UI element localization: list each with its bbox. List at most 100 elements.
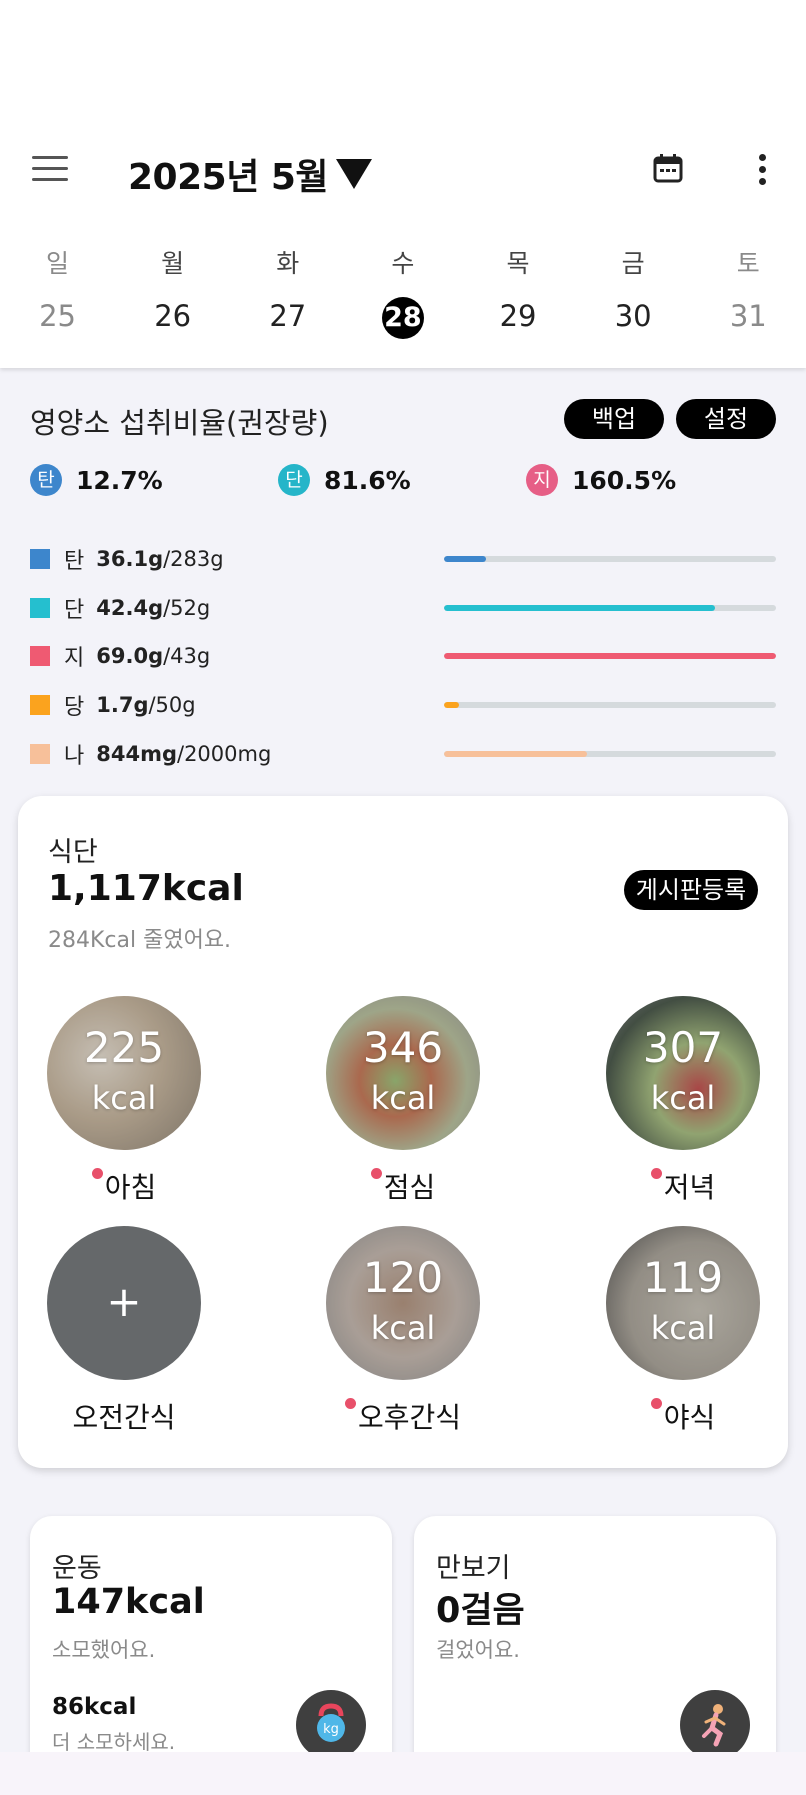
night-snack-photo: 119 kcal xyxy=(606,1226,760,1380)
nutrient-total: /43g xyxy=(163,644,211,668)
protein-progress-bar xyxy=(444,605,776,611)
meal-kcal-unit: kcal xyxy=(370,1079,436,1117)
progress-fill xyxy=(444,702,459,708)
pedometer-steps: 0걸음 xyxy=(436,1591,525,1631)
date-number: 31 xyxy=(729,299,767,333)
protein-badge: 단 xyxy=(278,464,310,496)
meal-kcal-unit: kcal xyxy=(91,1079,157,1117)
fat-ratio: 지 160.5% xyxy=(526,464,676,496)
nutrient-label: 지 xyxy=(64,646,85,671)
month-title: 2025년 5월 xyxy=(128,157,329,198)
week-strip: 일 25 월 26 화 27 수 28 목 29 금 30 토 31 xyxy=(0,244,806,348)
diet-label: 식단 xyxy=(48,837,98,868)
date-number: 26 xyxy=(154,299,192,333)
nutrient-value: 844mg xyxy=(96,742,177,766)
nutrient-amount: 1.7g/50g xyxy=(96,693,195,717)
pedometer-title: 만보기 xyxy=(436,1553,511,1584)
day-of-week-label: 금 xyxy=(621,249,645,278)
day-of-week-label: 일 xyxy=(46,249,70,278)
running-button[interactable] xyxy=(680,1690,750,1760)
carb-color-swatch xyxy=(30,549,50,569)
recorded-dot xyxy=(650,1168,662,1179)
date-number: 29 xyxy=(499,299,537,333)
exercise-subtext: 소모했어요. xyxy=(52,1638,156,1662)
day-of-week-label: 월 xyxy=(161,249,185,278)
backup-button[interactable]: 백업 xyxy=(564,399,664,439)
more-vert-icon[interactable] xyxy=(752,154,772,186)
meal-name: 오후간식 xyxy=(326,1396,480,1436)
carb-badge: 탄 xyxy=(30,464,62,496)
nutrient-label: 당 xyxy=(64,695,85,720)
recorded-dot xyxy=(650,1398,662,1409)
kettlebell-button[interactable]: kg xyxy=(296,1690,366,1760)
meal-name: 저녁 xyxy=(606,1166,760,1206)
date-number: 25 xyxy=(39,299,77,333)
nutrient-row-fat: 지 69.0g/43g xyxy=(30,636,776,676)
menu-icon[interactable] xyxy=(32,156,68,182)
nutrient-total: /50g xyxy=(148,693,196,717)
progress-fill xyxy=(444,751,587,757)
day-sat[interactable]: 토 31 xyxy=(691,244,806,348)
fat-progress-bar xyxy=(444,653,776,659)
running-person-icon xyxy=(702,1704,726,1747)
kettlebell-icon: kg xyxy=(317,1703,345,1742)
recorded-dot xyxy=(344,1398,356,1409)
meal-afternoon-snack[interactable]: 120 kcal 오후간식 xyxy=(326,1226,480,1436)
board-register-button[interactable]: 게시판등록 xyxy=(624,870,758,910)
sodium-color-swatch xyxy=(30,744,50,764)
day-tue[interactable]: 화 27 xyxy=(230,244,345,348)
bottom-navigation-edge xyxy=(0,1752,806,1795)
calendar-icon[interactable] xyxy=(652,152,684,184)
meal-breakfast[interactable]: 225 kcal 아침 xyxy=(47,996,201,1206)
fat-percent: 160.5% xyxy=(572,465,677,495)
day-thu[interactable]: 목 29 xyxy=(461,244,576,348)
day-fri[interactable]: 금 30 xyxy=(576,244,691,348)
nutrient-amount: 69.0g/43g xyxy=(96,644,210,668)
nutrient-value: 69.0g xyxy=(96,644,164,668)
carb-progress-bar xyxy=(444,556,776,562)
meal-dinner[interactable]: 307 kcal 저녁 xyxy=(606,996,760,1206)
day-of-week-label: 토 xyxy=(736,249,760,278)
recorded-dot xyxy=(370,1168,382,1179)
meal-kcal-unit: kcal xyxy=(650,1079,716,1117)
diet-card: 식단 1,117kcal 284Kcal 줄였어요. 게시판등록 225 kca… xyxy=(18,796,788,1468)
nutrient-total: /283g xyxy=(163,547,224,571)
nutrient-row-sodium: 나 844mg/2000mg xyxy=(30,734,776,774)
nutrient-total: /52g xyxy=(163,596,211,620)
day-sun[interactable]: 일 25 xyxy=(0,244,115,348)
meal-name: 야식 xyxy=(606,1396,760,1436)
selected-date-number: 28 xyxy=(381,297,424,339)
protein-percent: 81.6% xyxy=(324,465,411,495)
settings-button[interactable]: 설정 xyxy=(676,399,776,439)
svg-text:kg: kg xyxy=(323,1722,339,1737)
protein-color-swatch xyxy=(30,598,50,618)
month-selector[interactable]: 2025년 5월 xyxy=(128,148,373,200)
meal-night-snack[interactable]: 119 kcal 야식 xyxy=(606,1226,760,1436)
plus-icon: + xyxy=(106,1277,142,1326)
nutrient-label: 나 xyxy=(64,744,85,769)
add-meal-button[interactable]: + xyxy=(47,1226,201,1380)
diet-total-kcal: 1,117kcal xyxy=(48,868,244,909)
progress-fill xyxy=(444,556,487,562)
meal-kcal-unit: kcal xyxy=(650,1309,716,1347)
app-header: 2025년 5월 일 25 월 26 화 27 수 28 목 29 금 30 토… xyxy=(0,0,806,368)
day-wed-selected[interactable]: 수 28 xyxy=(345,244,460,348)
exercise-kcal: 147kcal xyxy=(52,1582,205,1622)
date-number: 27 xyxy=(269,299,307,333)
protein-ratio: 단 81.6% xyxy=(278,464,411,496)
afternoon-snack-photo: 120 kcal xyxy=(326,1226,480,1380)
meal-lunch[interactable]: 346 kcal 점심 xyxy=(326,996,480,1206)
meal-kcal-value: 225 xyxy=(83,1023,165,1072)
day-mon[interactable]: 월 26 xyxy=(115,244,230,348)
meal-kcal-value: 120 xyxy=(362,1253,444,1302)
nutrient-total: /2000mg xyxy=(177,742,272,766)
pedometer-subtext: 걸었어요. xyxy=(436,1638,520,1662)
caret-down-icon xyxy=(336,159,373,189)
meal-morning-snack[interactable]: + 오전간식 xyxy=(47,1226,201,1436)
nutrient-label: 탄 xyxy=(64,549,85,574)
meal-name: 오전간식 xyxy=(72,1401,176,1434)
day-of-week-label: 목 xyxy=(506,249,530,278)
recorded-dot xyxy=(91,1168,103,1179)
meal-kcal-value: 346 xyxy=(362,1023,444,1072)
meal-name: 아침 xyxy=(47,1166,201,1206)
